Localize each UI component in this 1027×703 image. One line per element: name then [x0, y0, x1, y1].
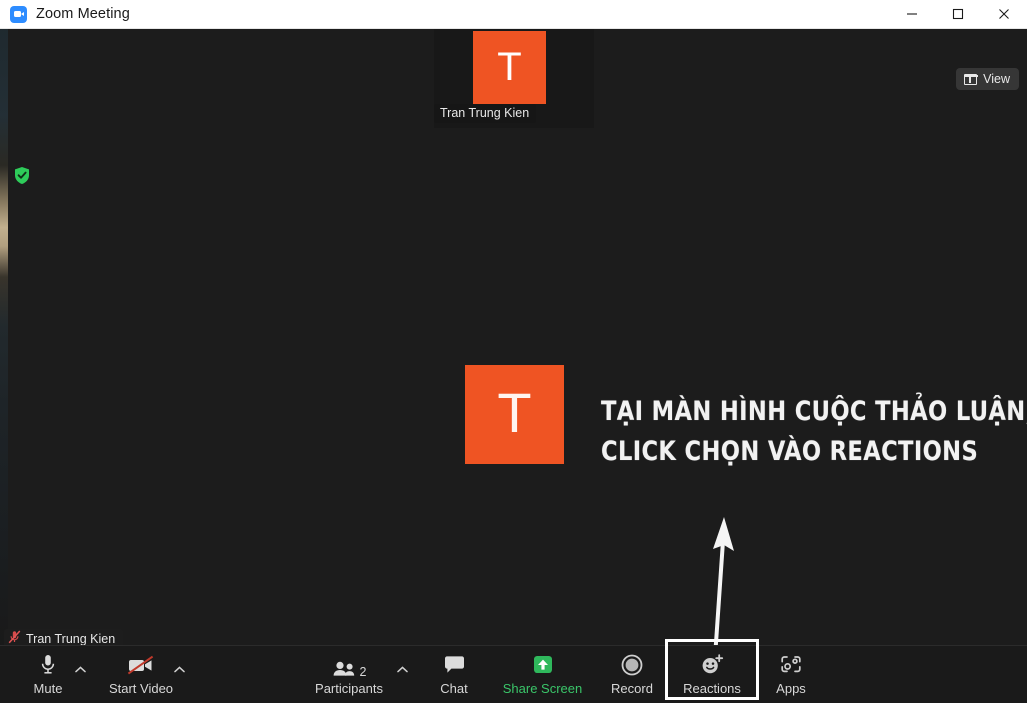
share-screen-label: Share Screen: [502, 681, 583, 696]
zoom-camera-icon: [10, 5, 27, 23]
record-label: Record: [611, 681, 653, 696]
window-title: Zoom Meeting: [36, 6, 130, 22]
chat-bubble-icon: [443, 651, 466, 678]
mute-chevron-up-icon[interactable]: [73, 662, 87, 676]
people-icon: 2: [332, 651, 367, 679]
layout-grid-icon: [964, 73, 978, 85]
participants-chevron-up-icon[interactable]: [395, 662, 409, 676]
microphone-icon: [39, 651, 57, 678]
main-speaker-initial: T: [497, 381, 532, 444]
share-screen-button[interactable]: Share Screen: [495, 649, 590, 701]
start-video-label: Start Video: [108, 681, 174, 696]
avatar: T: [473, 31, 546, 104]
mute-label: Mute: [33, 681, 63, 696]
participant-name-label: Tran Trung Kien: [434, 104, 537, 123]
participant-thumbnail[interactable]: T Tran Trung Kien: [434, 29, 594, 128]
title-bar: Zoom Meeting: [0, 0, 1027, 29]
view-button-label: View: [983, 72, 1010, 86]
participants-count: 2: [359, 664, 367, 679]
video-chevron-up-icon[interactable]: [172, 662, 186, 676]
shield-check-icon[interactable]: [13, 166, 31, 185]
zoom-meeting-window: Zoom Meeting View T Tran Trung Kien T TẠ…: [0, 0, 1027, 703]
mute-button[interactable]: Mute: [26, 649, 70, 701]
self-name-text: Tran Trung Kien: [26, 631, 116, 646]
annotation-line-1: TẠI MÀN HÌNH CUỘC THẢO LUẬN,: [601, 396, 1027, 427]
close-icon[interactable]: [981, 0, 1027, 29]
apps-button[interactable]: Apps: [765, 649, 817, 701]
share-screen-arrow-icon: [531, 651, 555, 678]
record-circle-icon: [620, 651, 644, 678]
view-button[interactable]: View: [956, 68, 1019, 90]
record-button[interactable]: Record: [606, 649, 658, 701]
chat-button[interactable]: Chat: [432, 649, 476, 701]
chat-label: Chat: [440, 681, 468, 696]
reactions-highlight-box: [665, 639, 759, 700]
annotation-line-2: CLICK CHỌN VÀO REACTIONS: [601, 436, 979, 467]
avatar-initial: T: [497, 44, 522, 89]
start-video-button[interactable]: Start Video: [105, 649, 177, 701]
apps-bracket-icon: [779, 651, 803, 678]
meeting-toolbar: Mute Start Video 2 Participants Chat Sha…: [0, 645, 1027, 703]
edge-video-sliver: [0, 29, 8, 649]
main-speaker-avatar: T: [465, 365, 564, 464]
participants-label: Participants: [315, 681, 383, 696]
participants-button[interactable]: 2 Participants: [312, 649, 386, 701]
minimize-icon[interactable]: [889, 0, 935, 29]
video-off-icon: [126, 651, 156, 678]
apps-label: Apps: [776, 681, 806, 696]
maximize-icon[interactable]: [935, 0, 981, 29]
meeting-stage: View T Tran Trung Kien T TẠI MÀN HÌNH CU…: [0, 29, 1027, 703]
annotation-caption: TẠI MÀN HÌNH CUỘC THẢO LUẬN, CLICK CHỌN …: [601, 392, 1027, 472]
